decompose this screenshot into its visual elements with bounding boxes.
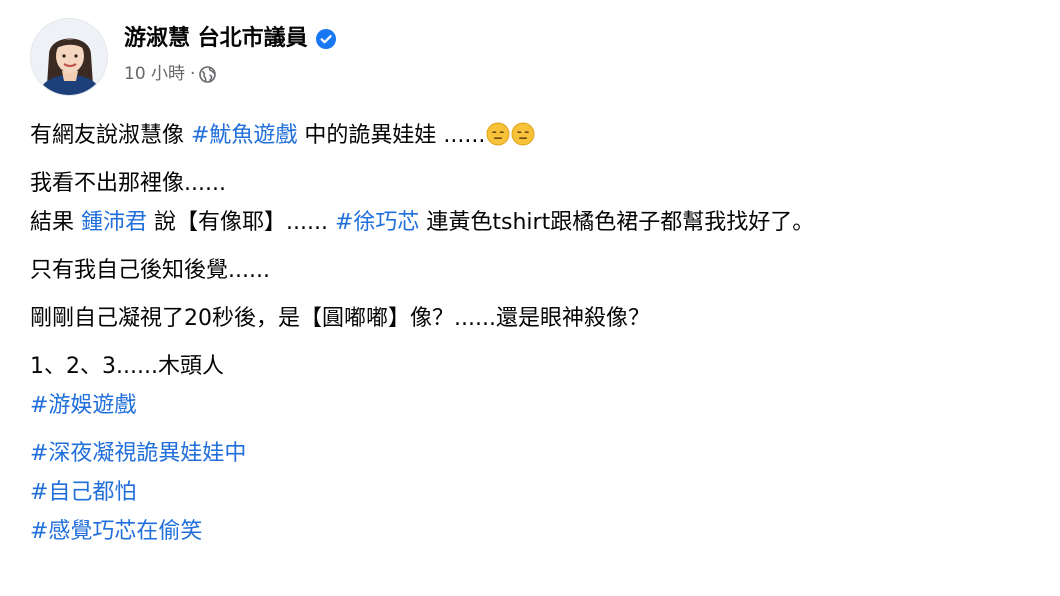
- text-segment: 結果: [30, 210, 81, 235]
- expressionless-face-emoji-icon: [486, 120, 510, 146]
- hashtag-link[interactable]: #魷魚遊戲: [191, 123, 297, 148]
- mention-link[interactable]: 鍾沛君: [81, 210, 147, 235]
- text-segment: 有網友說淑慧像: [30, 123, 191, 148]
- facebook-post: 游淑慧 台北市議員 10 小時 · 有網友說淑慧像 #魷魚遊戲 中的詭異娃娃 .…: [0, 0, 1060, 596]
- hashtag-link[interactable]: #自己都怕: [30, 480, 136, 505]
- separator-dot: ·: [190, 64, 196, 84]
- hashtag-link[interactable]: #深夜凝視詭異娃娃中: [30, 441, 246, 466]
- post-paragraph-2: 我看不出那裡像......: [30, 171, 226, 196]
- hashtag-line: #自己都怕: [30, 473, 1060, 512]
- text-segment: 中的詭異娃娃 ......: [297, 123, 486, 148]
- post-header: 游淑慧 台北市議員 10 小時 ·: [30, 18, 336, 100]
- hashtag-link[interactable]: #游娛遊戲: [30, 393, 136, 418]
- expressionless-face-emoji-icon: [511, 120, 535, 146]
- avatar[interactable]: [30, 18, 108, 96]
- author-meta: 游淑慧 台北市議員 10 小時 ·: [124, 18, 336, 85]
- post-paragraph-3: 結果 鍾沛君 說【有像耶】...... #徐巧芯 連黃色tshirt跟橘色裙子都…: [30, 203, 1060, 242]
- post-time[interactable]: 10 小時: [124, 63, 185, 85]
- avatar-image: [31, 19, 107, 95]
- hashtag-link[interactable]: #徐巧芯: [335, 210, 419, 235]
- post-paragraph-4: 只有我自己後知後覺......: [30, 258, 270, 283]
- post-body: 有網友說淑慧像 #魷魚遊戲 中的詭異娃娃 ...... 我看不出那裡像.....…: [30, 116, 1060, 551]
- time-row: 10 小時 ·: [124, 63, 336, 85]
- hashtag-line: #深夜凝視詭異娃娃中: [30, 434, 1060, 473]
- hashtag-line: #游娛遊戲: [30, 386, 1060, 425]
- hashtag-link[interactable]: #感覺巧芯在偷笑: [30, 519, 202, 544]
- text-segment: 說【有像耶】......: [147, 210, 335, 235]
- post-paragraph-1: 有網友說淑慧像 #魷魚遊戲 中的詭異娃娃 ......: [30, 116, 1060, 155]
- name-row: 游淑慧 台北市議員: [124, 24, 336, 54]
- post-paragraph-5: 剛剛自己凝視了20秒後，是【圓嘟嘟】像？......還是眼神殺像？: [30, 306, 650, 331]
- globe-icon[interactable]: [199, 65, 217, 83]
- post-paragraph-6: 1、2、3......木頭人: [30, 354, 224, 379]
- text-segment: 連黃色tshirt跟橘色裙子都幫我找好了。: [419, 210, 815, 235]
- verified-badge-icon: [315, 29, 336, 49]
- author-name[interactable]: 游淑慧 台北市議員: [124, 24, 308, 54]
- hashtag-line: #感覺巧芯在偷笑: [30, 512, 1060, 551]
